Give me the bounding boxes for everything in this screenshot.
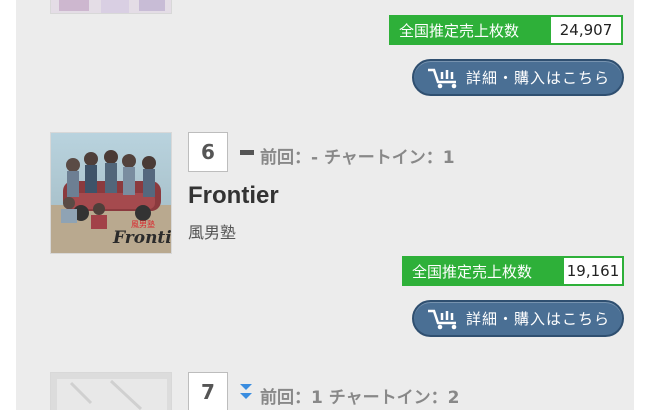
sales-row-5: 全国推定売上枚数 24,907 [389,15,623,45]
sales-row-6: 全国推定売上枚数 19,161 [402,256,624,286]
buy-button-6[interactable]: 詳細・購入はこちら [412,300,624,337]
sales-value: 19,161 [562,256,624,286]
sales-label: 全国推定売上枚数 [389,15,549,45]
album-jacket-7[interactable] [50,372,172,410]
album-jacket-6[interactable]: 風男塾 Frontier [50,132,172,254]
album-jacket-5-image [51,0,171,13]
cart-icon [428,68,457,88]
cart-icon [428,309,457,329]
rank-number-6: 6 [188,132,228,172]
sales-value: 24,907 [549,15,623,45]
buy-button-label: 詳細・購入はこちら [466,310,611,328]
single-title[interactable]: Frontier [188,182,279,210]
album-jacket-5[interactable] [50,0,172,14]
dash-icon [240,150,254,155]
album-jacket-7-image [51,373,171,410]
double-chevron-down-icon [240,384,252,399]
previous-rank-text: 前回：- チャートイン：1 [260,148,455,168]
jacket-script-text: Frontier [112,228,172,248]
rank-number-7: 7 [188,372,228,410]
chart-panel: 全国推定売上枚数 24,907 詳細・購入はこちら 風男塾 Fronti 6 前… [16,0,634,410]
buy-button-5[interactable]: 詳細・購入はこちら [412,59,624,96]
artist-name[interactable]: 風男塾 [188,219,236,243]
previous-rank-text: 前回：1 チャートイン：2 [260,388,460,408]
buy-button-label: 詳細・購入はこちら [466,69,611,87]
sales-label: 全国推定売上枚数 [402,256,562,286]
album-jacket-6-image: 風男塾 Frontier [51,133,172,253]
